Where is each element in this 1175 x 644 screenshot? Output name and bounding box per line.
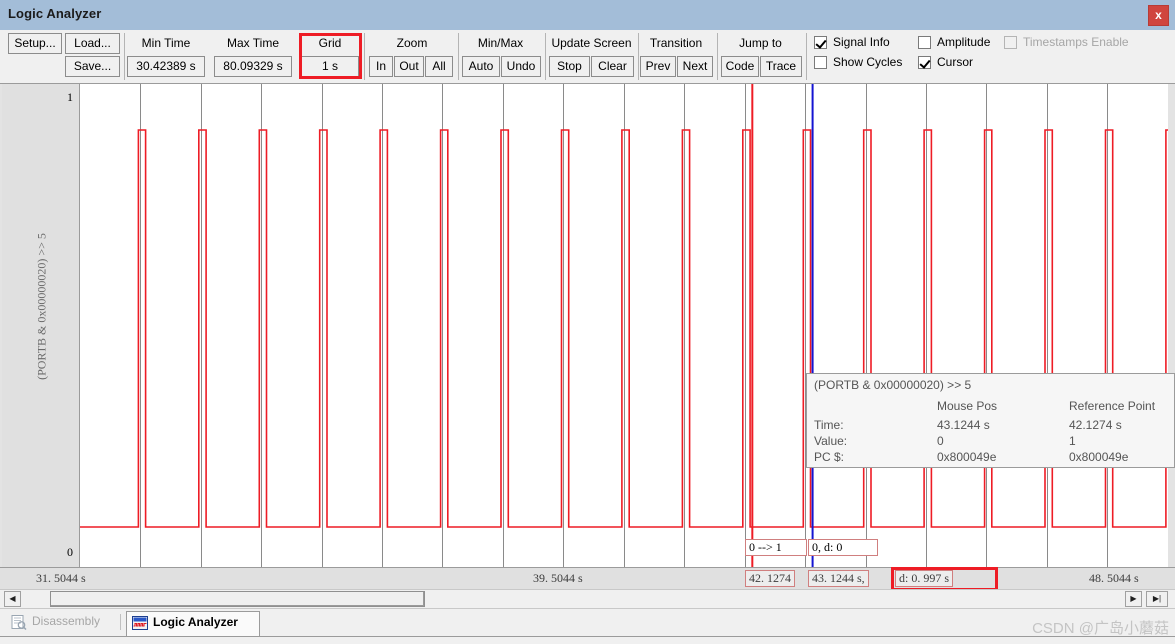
jump-to-label: Jump to xyxy=(739,36,782,50)
signal-label-strip: 1 0 (PORTB & 0x00000020) >> 5 xyxy=(2,84,80,567)
show-cycles-checkbox[interactable] xyxy=(814,56,827,69)
info-col-mouse: Mouse Pos xyxy=(937,399,998,413)
info-row-value-mouse: 0 xyxy=(937,434,944,448)
info-row-time-label: Time: xyxy=(814,418,844,432)
watermark: CSDN @广岛小蘑菇 xyxy=(1032,620,1169,637)
info-row-value-reference: 1 xyxy=(1069,434,1076,448)
info-row-pc-mouse: 0x800049e xyxy=(937,450,997,464)
update-screen-label: Update Screen xyxy=(551,36,632,50)
setup-button[interactable]: Setup... xyxy=(8,33,62,54)
cursor-value-tag: 0, d: 0 xyxy=(808,539,878,556)
tab-disassembly[interactable]: Disassembly xyxy=(6,611,114,634)
scroll-left-arrow-icon[interactable]: ◀ xyxy=(4,591,21,607)
info-signal-name: (PORTB & 0x00000020) >> 5 xyxy=(814,378,972,392)
scroll-right-arrow-icon[interactable]: ▶ xyxy=(1125,591,1142,607)
y-axis-top-tick: 1 xyxy=(67,90,73,104)
transition-next-button[interactable]: Next xyxy=(677,56,713,77)
toolbar: Setup... Load... Save... Min Time 30.423… xyxy=(0,30,1175,84)
reference-time-tag: 42. 1274 xyxy=(745,570,795,587)
max-time-label: Max Time xyxy=(226,36,279,50)
timestamps-enable-checkbox xyxy=(1004,36,1017,49)
signal-info-box: (PORTB & 0x00000020) >> 5 Mouse Pos Refe… xyxy=(806,373,1175,468)
zoom-label: Zoom xyxy=(396,36,428,50)
transition-label: Transition xyxy=(649,36,703,50)
tab-disassembly-label: Disassembly xyxy=(32,614,101,628)
logic-analyzer-icon xyxy=(132,616,148,630)
min-time-label: Min Time xyxy=(141,36,191,50)
save-button[interactable]: Save... xyxy=(65,56,120,77)
zoom-all-button[interactable]: All xyxy=(425,56,453,77)
window-title: Logic Analyzer xyxy=(8,6,102,21)
minmax-label: Min/Max xyxy=(477,36,524,50)
plot-pane: 1 0 (PORTB & 0x00000020) >> 5 0 --> 1 0,… xyxy=(0,84,1175,591)
disassembly-icon xyxy=(11,615,27,630)
amplitude-label: Amplitude xyxy=(937,35,991,49)
grid-label: Grid xyxy=(318,36,342,50)
zoom-out-button[interactable]: Out xyxy=(394,56,424,77)
tab-logic-analyzer[interactable]: Logic Analyzer xyxy=(126,611,260,636)
cursor-checkbox[interactable] xyxy=(918,56,931,69)
info-row-pc-reference: 0x800049e xyxy=(1069,450,1129,464)
time-tick-2: 48. 5044 s xyxy=(1089,571,1139,585)
waveform-canvas[interactable]: 0 --> 1 0, d: 0 xyxy=(80,84,1168,567)
signal-info-label: Signal Info xyxy=(833,35,890,49)
signal-info-checkbox[interactable] xyxy=(814,36,827,49)
timestamps-enable-label: Timestamps Enable xyxy=(1023,35,1129,49)
title-bar: Logic Analyzer x xyxy=(0,0,1175,31)
time-axis: 31. 5044 s 39. 5044 s 48. 5044 s 42. 127… xyxy=(0,567,1175,591)
cursor-time-tag: 43. 1244 s, xyxy=(808,570,869,587)
scroll-end-arrow-icon[interactable]: ▶| xyxy=(1146,591,1168,607)
y-axis-bottom-tick: 0 xyxy=(67,545,73,559)
minmax-auto-button[interactable]: Auto xyxy=(462,56,500,77)
time-tick-1: 39. 5044 s xyxy=(533,571,583,585)
scrollbar-thumb[interactable] xyxy=(50,591,425,607)
waveform-svg xyxy=(80,84,1168,567)
delta-time-tag: d: 0. 997 s xyxy=(895,570,954,587)
info-row-time-mouse: 43.1244 s xyxy=(937,418,990,432)
info-row-pc-label: PC $: xyxy=(814,450,845,464)
load-button[interactable]: Load... xyxy=(65,33,120,54)
close-icon[interactable]: x xyxy=(1148,5,1169,26)
info-row-time-reference: 42.1274 s xyxy=(1069,418,1122,432)
horizontal-scrollbar[interactable]: ◀ ▶ ▶| xyxy=(0,589,1175,609)
transition-tag: 0 --> 1 xyxy=(745,539,807,556)
zoom-in-button[interactable]: In xyxy=(369,56,393,77)
amplitude-checkbox[interactable] xyxy=(918,36,931,49)
info-col-reference: Reference Point xyxy=(1069,399,1156,413)
update-clear-button[interactable]: Clear xyxy=(591,56,634,77)
minmax-undo-button[interactable]: Undo xyxy=(501,56,541,77)
time-tick-0: 31. 5044 s xyxy=(36,571,86,585)
jump-code-button[interactable]: Code xyxy=(721,56,759,77)
info-row-value-label: Value: xyxy=(814,434,848,448)
tab-bar: Disassembly Logic Analyzer CSDN @广岛小蘑菇 xyxy=(0,608,1175,644)
show-cycles-label: Show Cycles xyxy=(833,55,903,69)
cursor-label: Cursor xyxy=(937,55,974,69)
grid-field[interactable]: 1 s xyxy=(301,56,359,77)
max-time-field[interactable]: 80.09329 s xyxy=(214,56,292,77)
min-time-field[interactable]: 30.42389 s xyxy=(127,56,205,77)
jump-trace-button[interactable]: Trace xyxy=(760,56,802,77)
transition-prev-button[interactable]: Prev xyxy=(640,56,676,77)
logic-analyzer-window: Logic Analyzer x Setup... Load... Save..… xyxy=(0,0,1175,644)
tab-logic-analyzer-label: Logic Analyzer xyxy=(153,615,238,629)
update-stop-button[interactable]: Stop xyxy=(549,56,590,77)
signal-name-label: (PORTB & 0x00000020) >> 5 xyxy=(34,233,49,380)
